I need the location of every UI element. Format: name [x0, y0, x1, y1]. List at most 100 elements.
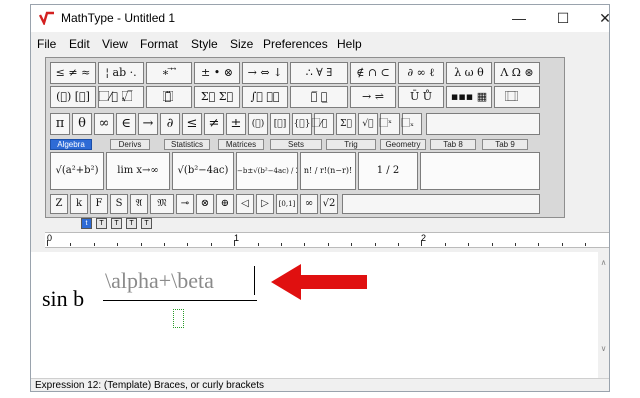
- greek-lowercase-palette-button[interactable]: λ ω θ: [446, 62, 492, 84]
- arrows-palette-button[interactable]: → ⇔ ↓: [242, 62, 288, 84]
- parentheses-template-button[interactable]: (⃞): [248, 113, 268, 135]
- right-triangle-button[interactable]: ▷: [256, 194, 274, 214]
- close-button[interactable]: ✕: [583, 5, 609, 32]
- fractions-radicals-palette-button[interactable]: ⃞⁄⃞ √⃞: [98, 86, 144, 108]
- denominator-placeholder[interactable]: [173, 309, 184, 328]
- less-equal-button[interactable]: ≤: [182, 113, 202, 135]
- partial-button[interactable]: ∂: [160, 113, 180, 135]
- boxes-palette-button[interactable]: ⃞ ⃞: [494, 86, 540, 108]
- equation-editor[interactable]: sin b \alpha+\beta: [31, 252, 598, 378]
- fraction-template-button[interactable]: ⃞⁄⃞: [314, 113, 334, 135]
- ruler-tick: [515, 243, 516, 246]
- ruler-tick: [327, 243, 329, 246]
- misc-symbols-palette-button[interactable]: ∂ ∞ ℓ: [398, 62, 444, 84]
- size-full-button[interactable]: t: [81, 218, 92, 229]
- underbar-overbar-palette-button[interactable]: ⃞̅ ⃞̲: [290, 86, 348, 108]
- tab-sets[interactable]: Sets: [270, 139, 322, 150]
- infinity-button[interactable]: ∞: [94, 113, 114, 135]
- menu-format[interactable]: Format: [140, 37, 178, 51]
- menu-file[interactable]: File: [37, 37, 56, 51]
- not-equal-button[interactable]: ≠: [204, 113, 224, 135]
- fences-palette-button[interactable]: (⃞) [⃞]: [50, 86, 96, 108]
- embellishments-palette-button[interactable]: ∗ ⃗ ⃗: [146, 62, 192, 84]
- k-button[interactable]: k: [70, 194, 88, 214]
- size-symbol-button[interactable]: T: [126, 218, 137, 229]
- circle-times-button[interactable]: ⊗: [196, 194, 214, 214]
- subscript-template-button[interactable]: ⃞ₓ: [402, 113, 422, 135]
- operators-palette-button[interactable]: ± • ⊗: [194, 62, 240, 84]
- tab-9[interactable]: Tab 9: [482, 139, 528, 150]
- fraction-numerator[interactable]: \alpha+\beta: [105, 268, 214, 294]
- ruler-tick: [538, 243, 540, 246]
- fraktur-a-button[interactable]: 𝔄: [130, 194, 148, 214]
- matrices-palette-button[interactable]: ▪▪▪ ▦: [446, 86, 492, 108]
- integrals-palette-button[interactable]: ∫⃞ ∮⃞: [242, 86, 288, 108]
- menu-view[interactable]: View: [102, 37, 128, 51]
- scroll-up-icon[interactable]: ∧: [599, 258, 608, 268]
- plus-minus-button[interactable]: ±: [226, 113, 246, 135]
- blackboard-z-button[interactable]: Z: [50, 194, 68, 214]
- template-discriminant[interactable]: √(b²−4ac): [172, 152, 234, 190]
- scroll-down-icon[interactable]: ∨: [599, 344, 608, 354]
- relations-palette-button[interactable]: ≤ ≠ ≈: [50, 62, 96, 84]
- script-f-button[interactable]: F: [90, 194, 108, 214]
- size-sub-symbol-button[interactable]: T: [141, 218, 152, 229]
- template-limit[interactable]: lim x→∞: [106, 152, 170, 190]
- braces-template-button[interactable]: {⃞}: [292, 113, 312, 135]
- menu-size[interactable]: Size: [230, 37, 253, 51]
- brackets-template-button[interactable]: [⃞]: [270, 113, 290, 135]
- sum-template-button[interactable]: Σ⃞: [336, 113, 356, 135]
- interval-button[interactable]: [0,1]: [276, 194, 298, 214]
- ruler[interactable]: 0 1 2: [45, 232, 609, 248]
- tab-statistics[interactable]: Statistics: [164, 139, 210, 150]
- menu-preferences[interactable]: Preferences: [263, 37, 328, 51]
- right-arrow-button[interactable]: →: [138, 113, 158, 135]
- template-quadratic-formula[interactable]: −b±√(b²−4ac) / 2a: [236, 152, 298, 190]
- template-one-half[interactable]: 1 / 2: [358, 152, 418, 190]
- multimap-button[interactable]: ⊸: [176, 194, 194, 214]
- script-s-button[interactable]: S: [110, 194, 128, 214]
- maximize-button[interactable]: ☐: [541, 5, 585, 32]
- spaces-palette-button[interactable]: ¦ ab ·.: [98, 62, 144, 84]
- size-subscript-button[interactable]: T: [96, 218, 107, 229]
- tab-8[interactable]: Tab 8: [430, 139, 476, 150]
- empty-small-slots[interactable]: [342, 194, 540, 214]
- left-triangle-button[interactable]: ◁: [236, 194, 254, 214]
- theta-button[interactable]: θ: [72, 113, 92, 135]
- root-template-button[interactable]: √⃞: [358, 113, 378, 135]
- sqrt-two-button[interactable]: √2: [320, 194, 338, 214]
- menu-edit[interactable]: Edit: [69, 37, 90, 51]
- tab-derivs[interactable]: Derivs: [110, 139, 150, 150]
- ruler-tick: [491, 243, 493, 246]
- subscript-superscript-palette-button[interactable]: ⃞̈ ⃞: [146, 86, 192, 108]
- fraktur-m-button[interactable]: 𝔐: [150, 194, 174, 214]
- labeled-arrows-palette-button[interactable]: → ⇌: [350, 86, 396, 108]
- ruler-tick: [444, 243, 446, 246]
- pi-button[interactable]: π: [50, 113, 70, 135]
- superscript-template-button[interactable]: ⃞ˣ: [380, 113, 400, 135]
- summation-palette-button[interactable]: Σ⃞ Σ⃞: [194, 86, 240, 108]
- size-sub-subscript-button[interactable]: T: [111, 218, 122, 229]
- tab-geometry[interactable]: Geometry: [380, 139, 426, 150]
- greek-uppercase-palette-button[interactable]: Λ Ω ⊛: [494, 62, 540, 84]
- tab-trig[interactable]: Trig: [326, 139, 376, 150]
- menu-help[interactable]: Help: [337, 37, 362, 51]
- tab-algebra[interactable]: Algebra: [50, 139, 92, 150]
- menu-bar: File Edit View Format Style Size Prefere…: [31, 35, 609, 53]
- element-of-button[interactable]: ∈: [116, 113, 136, 135]
- circle-plus-button[interactable]: ⊕: [216, 194, 234, 214]
- infinity-small-button[interactable]: ∞: [300, 194, 318, 214]
- empty-symbol-slots[interactable]: [426, 113, 540, 135]
- ruler-tick: [70, 243, 72, 246]
- products-palette-button[interactable]: Ū Ů: [398, 86, 444, 108]
- tab-matrices[interactable]: Matrices: [218, 139, 264, 150]
- vertical-scrollbar[interactable]: ∧ ∨: [598, 252, 609, 378]
- empty-template-slots[interactable]: [420, 152, 540, 190]
- minimize-button[interactable]: —: [497, 5, 541, 32]
- menu-style[interactable]: Style: [191, 37, 218, 51]
- template-combination[interactable]: n! / r!(n−r)!: [300, 152, 356, 190]
- logic-palette-button[interactable]: ∴ ∀ ∃: [290, 62, 348, 84]
- set-theory-palette-button[interactable]: ∉ ∩ ⊂: [350, 62, 396, 84]
- ruler-tick: [117, 243, 119, 246]
- template-hypotenuse[interactable]: √(a²+b²): [50, 152, 104, 190]
